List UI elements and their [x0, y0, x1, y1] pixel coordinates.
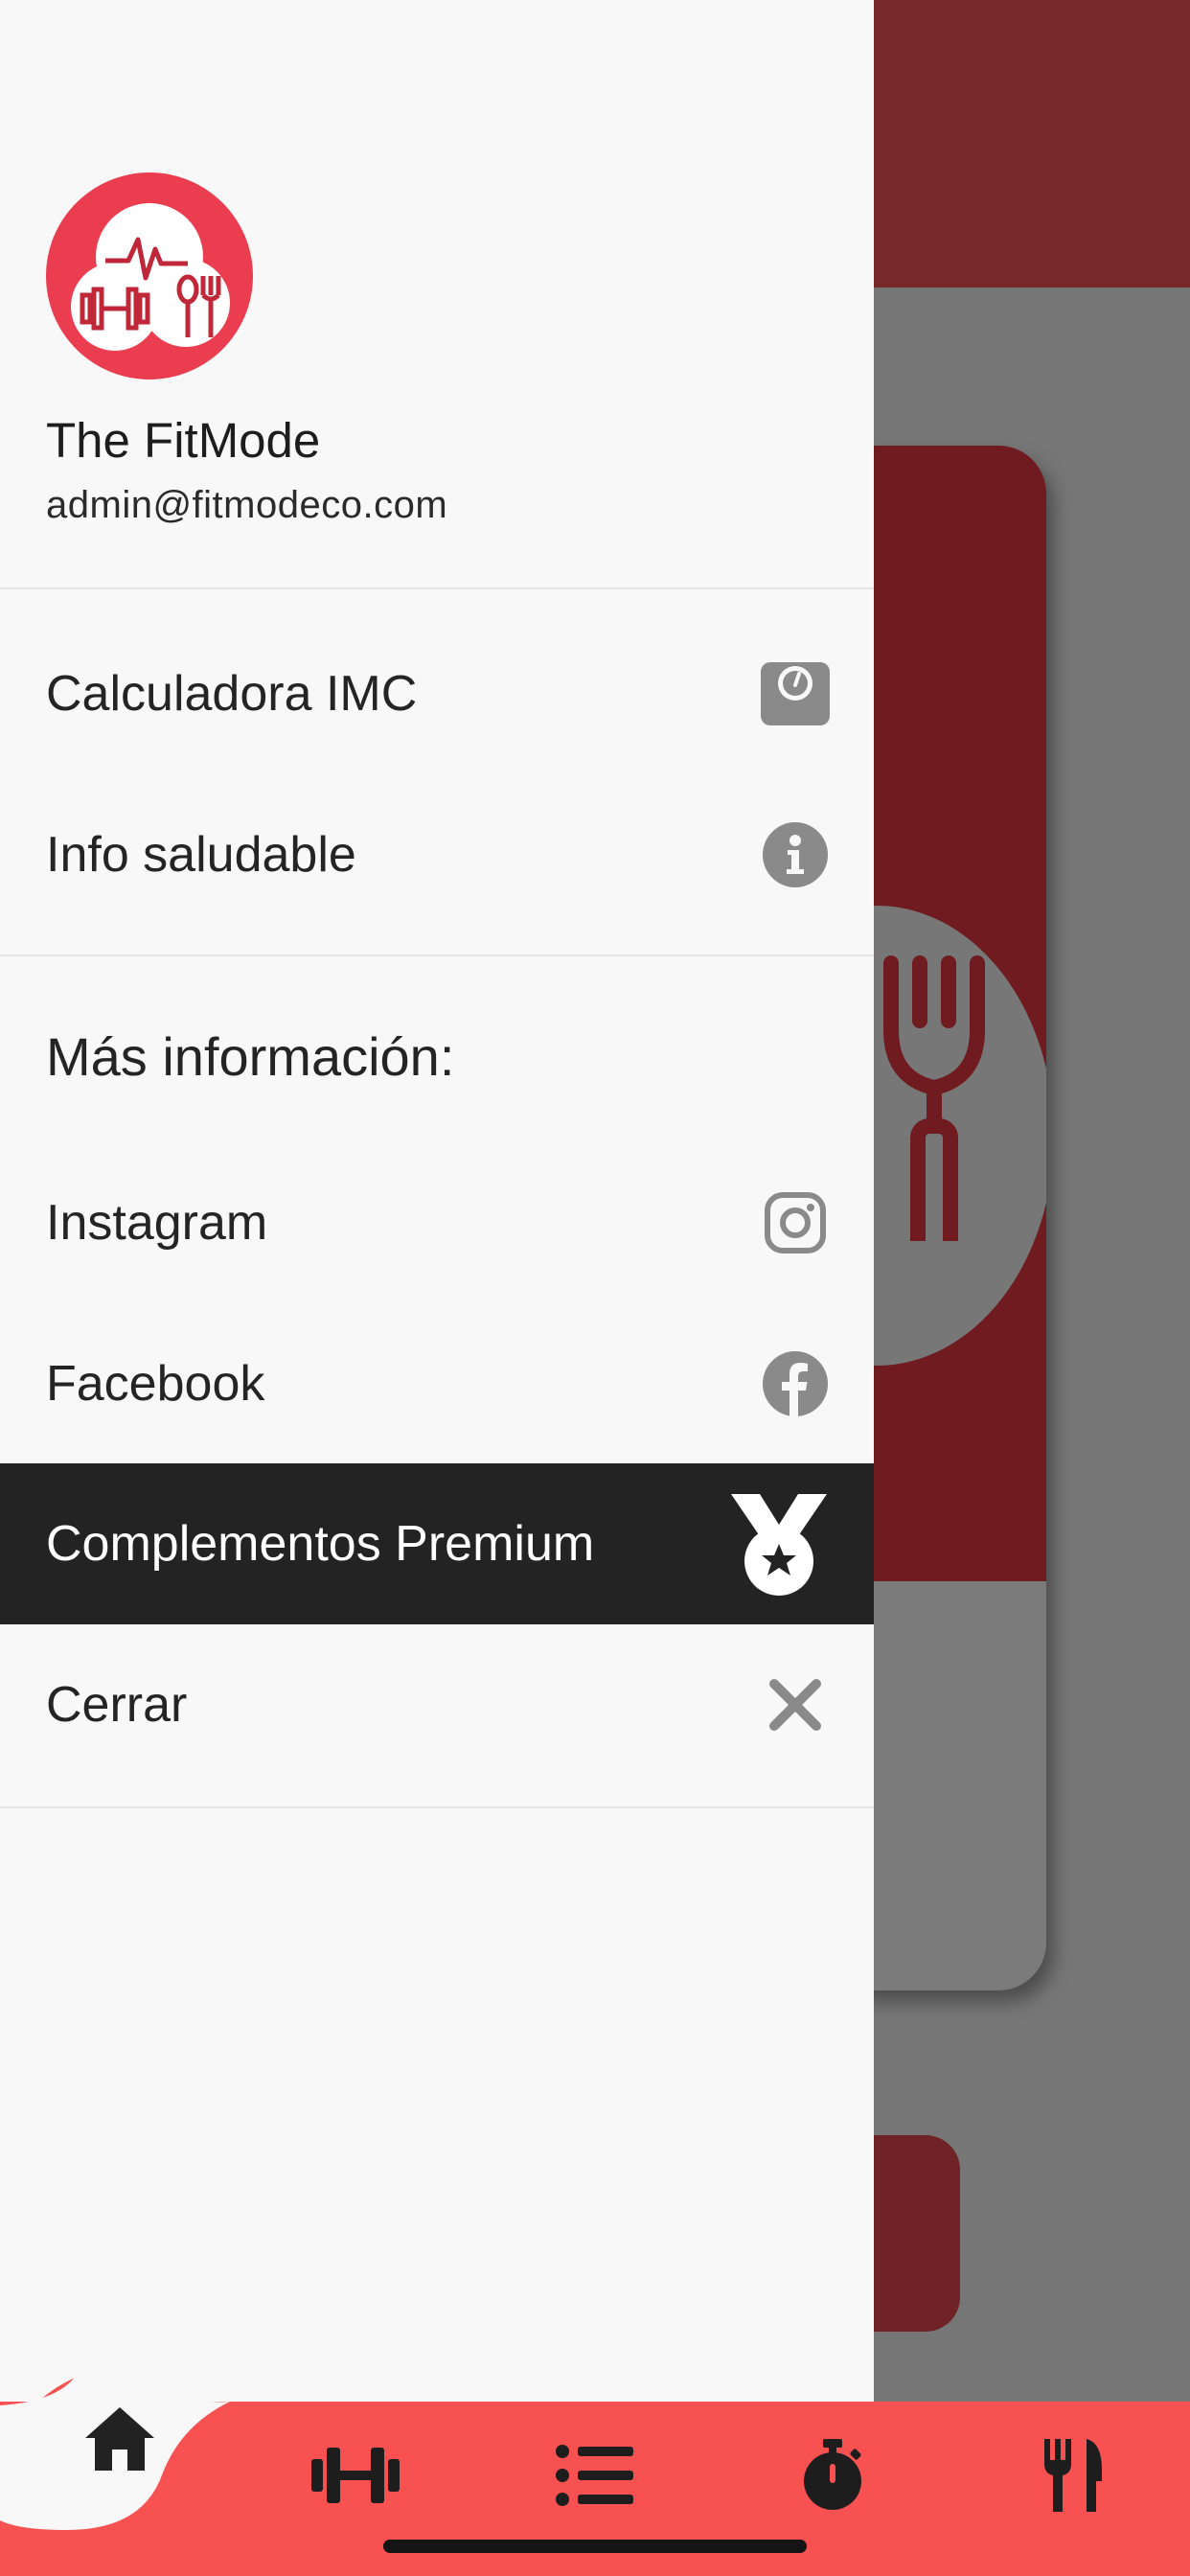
home-icon	[85, 2407, 154, 2471]
close-icon	[759, 1668, 832, 1741]
menu-item-facebook[interactable]: Facebook	[0, 1303, 874, 1464]
divider	[0, 954, 874, 956]
menu-item-label: Instagram	[46, 1195, 268, 1251]
scale-icon	[759, 657, 832, 730]
user-email: admin@fitmodeco.com	[46, 484, 448, 526]
menu-item-bmi-calculator[interactable]: Calculadora IMC	[0, 613, 874, 774]
info-icon	[759, 818, 832, 891]
facebook-icon	[759, 1347, 832, 1420]
home-indicator	[383, 2540, 807, 2553]
nav-list[interactable]	[542, 2423, 648, 2528]
medal-icon	[726, 1491, 832, 1597]
divider	[0, 1806, 874, 1808]
logo-avatar	[46, 172, 253, 380]
menu-item-label: Cerrar	[46, 1677, 188, 1733]
menu-item-close[interactable]: Cerrar	[0, 1624, 874, 1785]
section-title: Más información:	[46, 1026, 455, 1087]
menu-item-instagram[interactable]: Instagram	[0, 1142, 874, 1303]
menu-item-health-info[interactable]: Info saludable	[0, 774, 874, 935]
fitmode-logo-icon	[71, 203, 230, 351]
instagram-icon	[759, 1186, 832, 1259]
menu-item-premium[interactable]: Complementos Premium	[0, 1463, 874, 1624]
dumbbell-icon	[311, 2448, 400, 2503]
divider	[0, 587, 874, 589]
fork-icon	[883, 955, 985, 1241]
user-name: The FitMode	[46, 413, 321, 468]
nav-timer[interactable]	[780, 2423, 885, 2528]
stopwatch-icon	[804, 2439, 861, 2510]
list-icon	[556, 2445, 633, 2506]
utensils-icon	[1044, 2439, 1102, 2512]
menu-item-label: Calculadora IMC	[46, 666, 418, 722]
nav-home[interactable]	[67, 2386, 172, 2492]
nav-nutrition[interactable]	[1021, 2423, 1127, 2528]
menu-item-label: Complementos Premium	[46, 1516, 595, 1572]
navigation-drawer: The FitMode admin@fitmodeco.com Calculad…	[0, 0, 874, 2576]
menu-item-label: Info saludable	[46, 827, 356, 883]
nav-workouts[interactable]	[303, 2423, 408, 2528]
menu-item-label: Facebook	[46, 1356, 265, 1412]
